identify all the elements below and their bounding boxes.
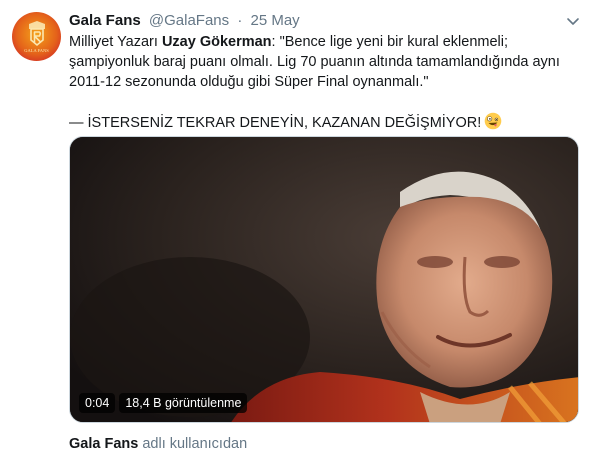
galatasaray-crest-icon: GALA FANS <box>24 21 49 53</box>
video-duration: 0:04 <box>79 393 116 413</box>
video-attribution: Gala Fans adlı kullanıcıdan <box>69 434 247 454</box>
avatar-text: GALA FANS <box>24 48 49 53</box>
tweet[interactable]: GALA FANS Gala Fans @GalaFans · 25 May M… <box>0 0 597 457</box>
avatar[interactable]: GALA FANS <box>12 12 61 61</box>
tweet-header: Gala Fans @GalaFans · 25 May <box>69 11 581 31</box>
tweet-text: Milliyet Yazarı Uzay Gökerman: "Bence li… <box>69 32 589 133</box>
attribution-name[interactable]: Gala Fans <box>69 436 138 452</box>
tweet-paragraph-2: — İSTERSENİZ TEKRAR DENEYİN, KAZANAN DEĞ… <box>69 112 589 133</box>
author-name[interactable]: Gala Fans <box>69 12 141 29</box>
author-handle[interactable]: @GalaFans <box>149 12 229 29</box>
tweet-text-prefix: Milliyet Yazarı <box>69 34 162 50</box>
tweet-date[interactable]: 25 May <box>250 12 299 29</box>
chevron-down-icon <box>567 18 579 25</box>
more-options-button[interactable] <box>564 12 582 30</box>
zany-face-emoji-icon <box>484 112 502 130</box>
tweet-line-2: — İSTERSENİZ TEKRAR DENEYİN, KAZANAN DEĞ… <box>69 115 482 131</box>
video-overlay: 0:04 18,4 B görüntülenme <box>79 393 248 413</box>
attribution-suffix: adlı kullanıcıdan <box>138 436 248 452</box>
tweet-paragraph-1: Milliyet Yazarı Uzay Gökerman: "Bence li… <box>69 32 589 92</box>
video-player[interactable]: 0:04 18,4 B görüntülenme <box>69 136 579 423</box>
video-views: 18,4 B görüntülenme <box>119 393 248 413</box>
separator-dot: · <box>237 12 243 29</box>
video-thumbnail <box>70 137 578 422</box>
mentioned-writer: Uzay Gökerman <box>161 34 272 50</box>
